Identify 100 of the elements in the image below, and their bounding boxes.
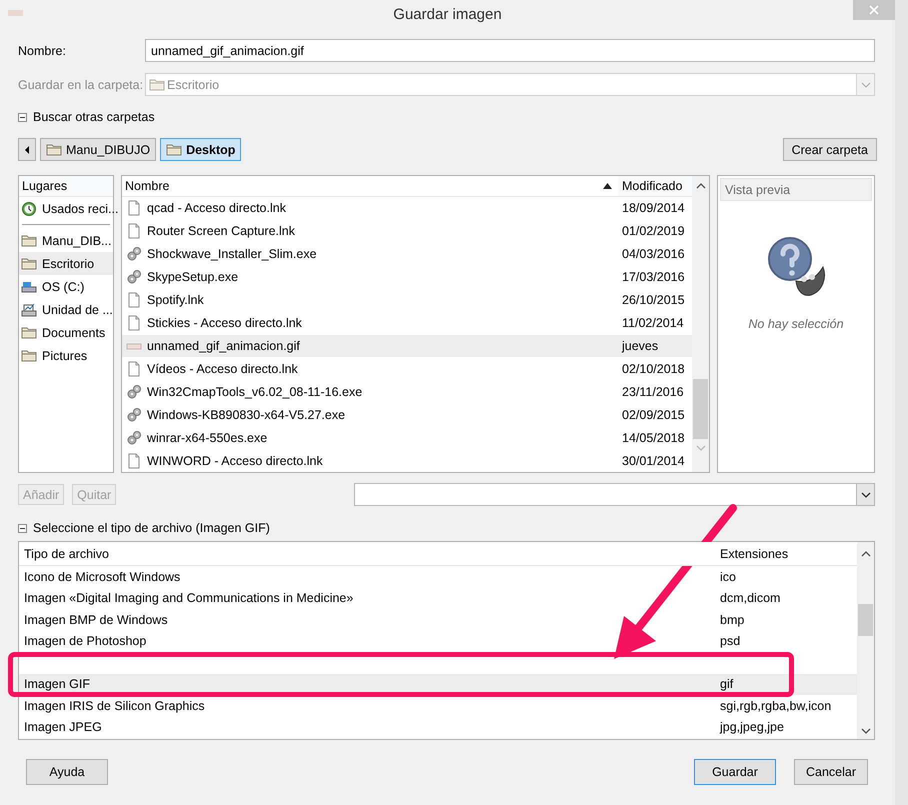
file-name: Spotify.lnk	[147, 293, 204, 308]
close-button[interactable]	[853, 0, 895, 20]
filetype-row[interactable]: Imagen «Digital Imaging and Communications in Medicine» dcm,dicom	[19, 588, 857, 609]
document-icon	[126, 452, 142, 469]
file-date: 11/02/2014	[621, 316, 685, 330]
clock-icon	[21, 200, 37, 216]
file-date: 26/10/2015	[621, 293, 686, 308]
back-button[interactable]	[18, 138, 36, 161]
folder-icon	[149, 77, 165, 92]
app-icon	[8, 9, 23, 17]
name-field[interactable]: unnamed_gif_animacion.gif	[145, 39, 875, 62]
document-icon	[126, 200, 142, 216]
filetype-row[interactable]: Imagen IRIS de Silicon Graphics sgi,rgb,rgba,bw,icon	[19, 695, 857, 716]
file-row[interactable]: WINWORD - Acceso directo.lnk 30/01/2014	[122, 449, 692, 472]
file-row[interactable]: qcad - Acceso directo.lnk 18/09/2014	[122, 197, 692, 220]
scrollbar[interactable]	[692, 176, 709, 472]
file-row[interactable]: Vídeos - Acceso directo.lnk 02/10/2018	[122, 357, 692, 380]
sort-arrow-icon	[603, 183, 612, 189]
file-row[interactable]: Windows-KB890830-x64-V5.27.exe 02/09/2015	[122, 403, 692, 426]
path-button[interactable]: Manu_DIBUJO	[40, 138, 156, 161]
chevron-icon	[860, 492, 870, 498]
folder-label: Guardar en la carpeta:	[18, 78, 144, 92]
place-item[interactable]: Pictures	[19, 344, 113, 367]
place-item[interactable]: Manu_DIB...	[19, 229, 113, 252]
file-name: qcad - Acceso directo.lnk	[147, 201, 286, 216]
gear-icon	[126, 246, 142, 262]
column-header[interactable]: Lugares	[19, 176, 113, 197]
folder-icon	[21, 325, 37, 340]
document-icon	[126, 223, 142, 240]
file-name: WINWORD - Acceso directo.lnk	[147, 454, 323, 468]
help-button[interactable]: Ayuda	[26, 759, 108, 785]
cancel-button[interactable]: Cancelar	[794, 759, 868, 785]
section-toggle[interactable]: Seleccione el tipo de archivo (Imagen GIF)	[33, 521, 270, 535]
file-date: 18/09/2014	[621, 201, 686, 216]
filetype-name: Imagen GIF	[23, 677, 91, 692]
place-item[interactable]: Documents	[19, 321, 113, 344]
file-row[interactable]: Shockwave_Installer_Slim.exe 04/03/2016	[122, 242, 692, 266]
filetype-extensions: gif	[720, 677, 734, 692]
scroll-up-icon	[696, 183, 706, 189]
scroll-down-icon	[860, 728, 870, 734]
place-label: Manu_DIB...	[42, 234, 112, 248]
filetype-row[interactable]: Imagen JPEG jpg,jpeg,jpe	[19, 716, 857, 738]
column-header[interactable]: Tipo de archivo	[19, 546, 720, 560]
scrollbar[interactable]	[857, 542, 874, 739]
column-header[interactable]: Nombre	[125, 179, 618, 193]
close-icon	[869, 5, 879, 15]
column-header[interactable]: Extensiones	[720, 546, 857, 560]
place-item[interactable]: Escritorio	[19, 252, 113, 275]
folder-icon	[21, 256, 37, 271]
file-row[interactable]: SkypeSetup.exe 17/03/2016	[122, 266, 692, 289]
filetype-row[interactable]: Imagen BMP de Windows bmp	[19, 609, 857, 630]
scroll-up-icon	[860, 551, 870, 557]
file-date: 23/11/2016	[621, 384, 685, 399]
place-label: Unidad de ...	[42, 302, 113, 316]
filetype-extensions: dcm,dicom	[720, 591, 782, 606]
filetype-row[interactable]: Imagen de Photoshop psd	[19, 630, 857, 652]
scroll-down-icon	[696, 445, 706, 451]
file-date: 02/10/2018	[621, 362, 686, 376]
filetype-extensions: psd	[720, 634, 742, 648]
section-toggle[interactable]: Buscar otras carpetas	[33, 110, 155, 124]
filetype-extensions: bmp	[720, 612, 746, 627]
place-label: Documents	[42, 326, 106, 340]
folder-icon	[21, 233, 37, 248]
file-row[interactable]: Spotify.lnk 26/10/2015	[122, 288, 692, 312]
file-row[interactable]: Win32CmapTools_v6.02_08-11-16.exe 23/11/2016	[122, 380, 692, 404]
place-item[interactable]: OS (C:)	[19, 275, 113, 298]
place-item[interactable]: Unidad de ...	[19, 298, 113, 321]
file-name: SkypeSetup.exe	[147, 270, 238, 284]
place-label: Usados reci...	[42, 202, 118, 216]
file-row[interactable]: winrar-x64-550es.exe 14/05/2018	[122, 426, 692, 450]
filetype-name: Imagen IRIS de Silicon Graphics	[23, 698, 206, 713]
preview-header: Vista previa	[720, 178, 872, 201]
document-icon	[126, 360, 142, 377]
window-title: Guardar imagen	[392, 6, 503, 22]
filter-dropdown[interactable]	[354, 483, 875, 506]
drive-icon	[21, 302, 37, 317]
file-date: 17/03/2016	[621, 270, 686, 284]
filetype-name: Imagen de Photoshop	[23, 634, 148, 648]
file-row[interactable]: unnamed_gif_animacion.gif jueves	[122, 334, 692, 358]
file-date: 02/09/2015	[621, 408, 686, 422]
create-folder-button[interactable]: Crear carpeta	[782, 138, 877, 161]
file-row[interactable]: Stickies - Acceso directo.lnk 11/02/2014	[122, 312, 692, 335]
file-name: Windows-KB890830-x64-V5.27.exe	[147, 408, 346, 422]
column-header[interactable]: Modificado	[618, 176, 692, 196]
scrollbar-thumb[interactable]	[858, 604, 873, 636]
filetype-name: Imagen JPEG	[23, 720, 103, 734]
file-name: Router Screen Capture.lnk	[147, 224, 295, 238]
place-label: Escritorio	[42, 256, 94, 270]
gear-icon	[126, 384, 142, 400]
path-button[interactable]: Desktop	[160, 138, 242, 161]
file-date: 01/02/2019	[621, 224, 686, 238]
filetype-row[interactable]: Icono de Microsoft Windows ico	[19, 566, 857, 588]
document-icon	[126, 315, 142, 332]
folder-icon	[166, 142, 182, 157]
filetype-name: Imagen «Digital Imaging and Communications in Medicine»	[23, 591, 354, 606]
file-row[interactable]: Router Screen Capture.lnk 01/02/2019	[122, 220, 692, 243]
filetype-name: Icono de Microsoft Windows	[23, 570, 182, 584]
folder-icon	[46, 142, 62, 157]
scrollbar-thumb[interactable]	[693, 379, 708, 439]
save-button[interactable]: Guardar	[694, 759, 776, 785]
